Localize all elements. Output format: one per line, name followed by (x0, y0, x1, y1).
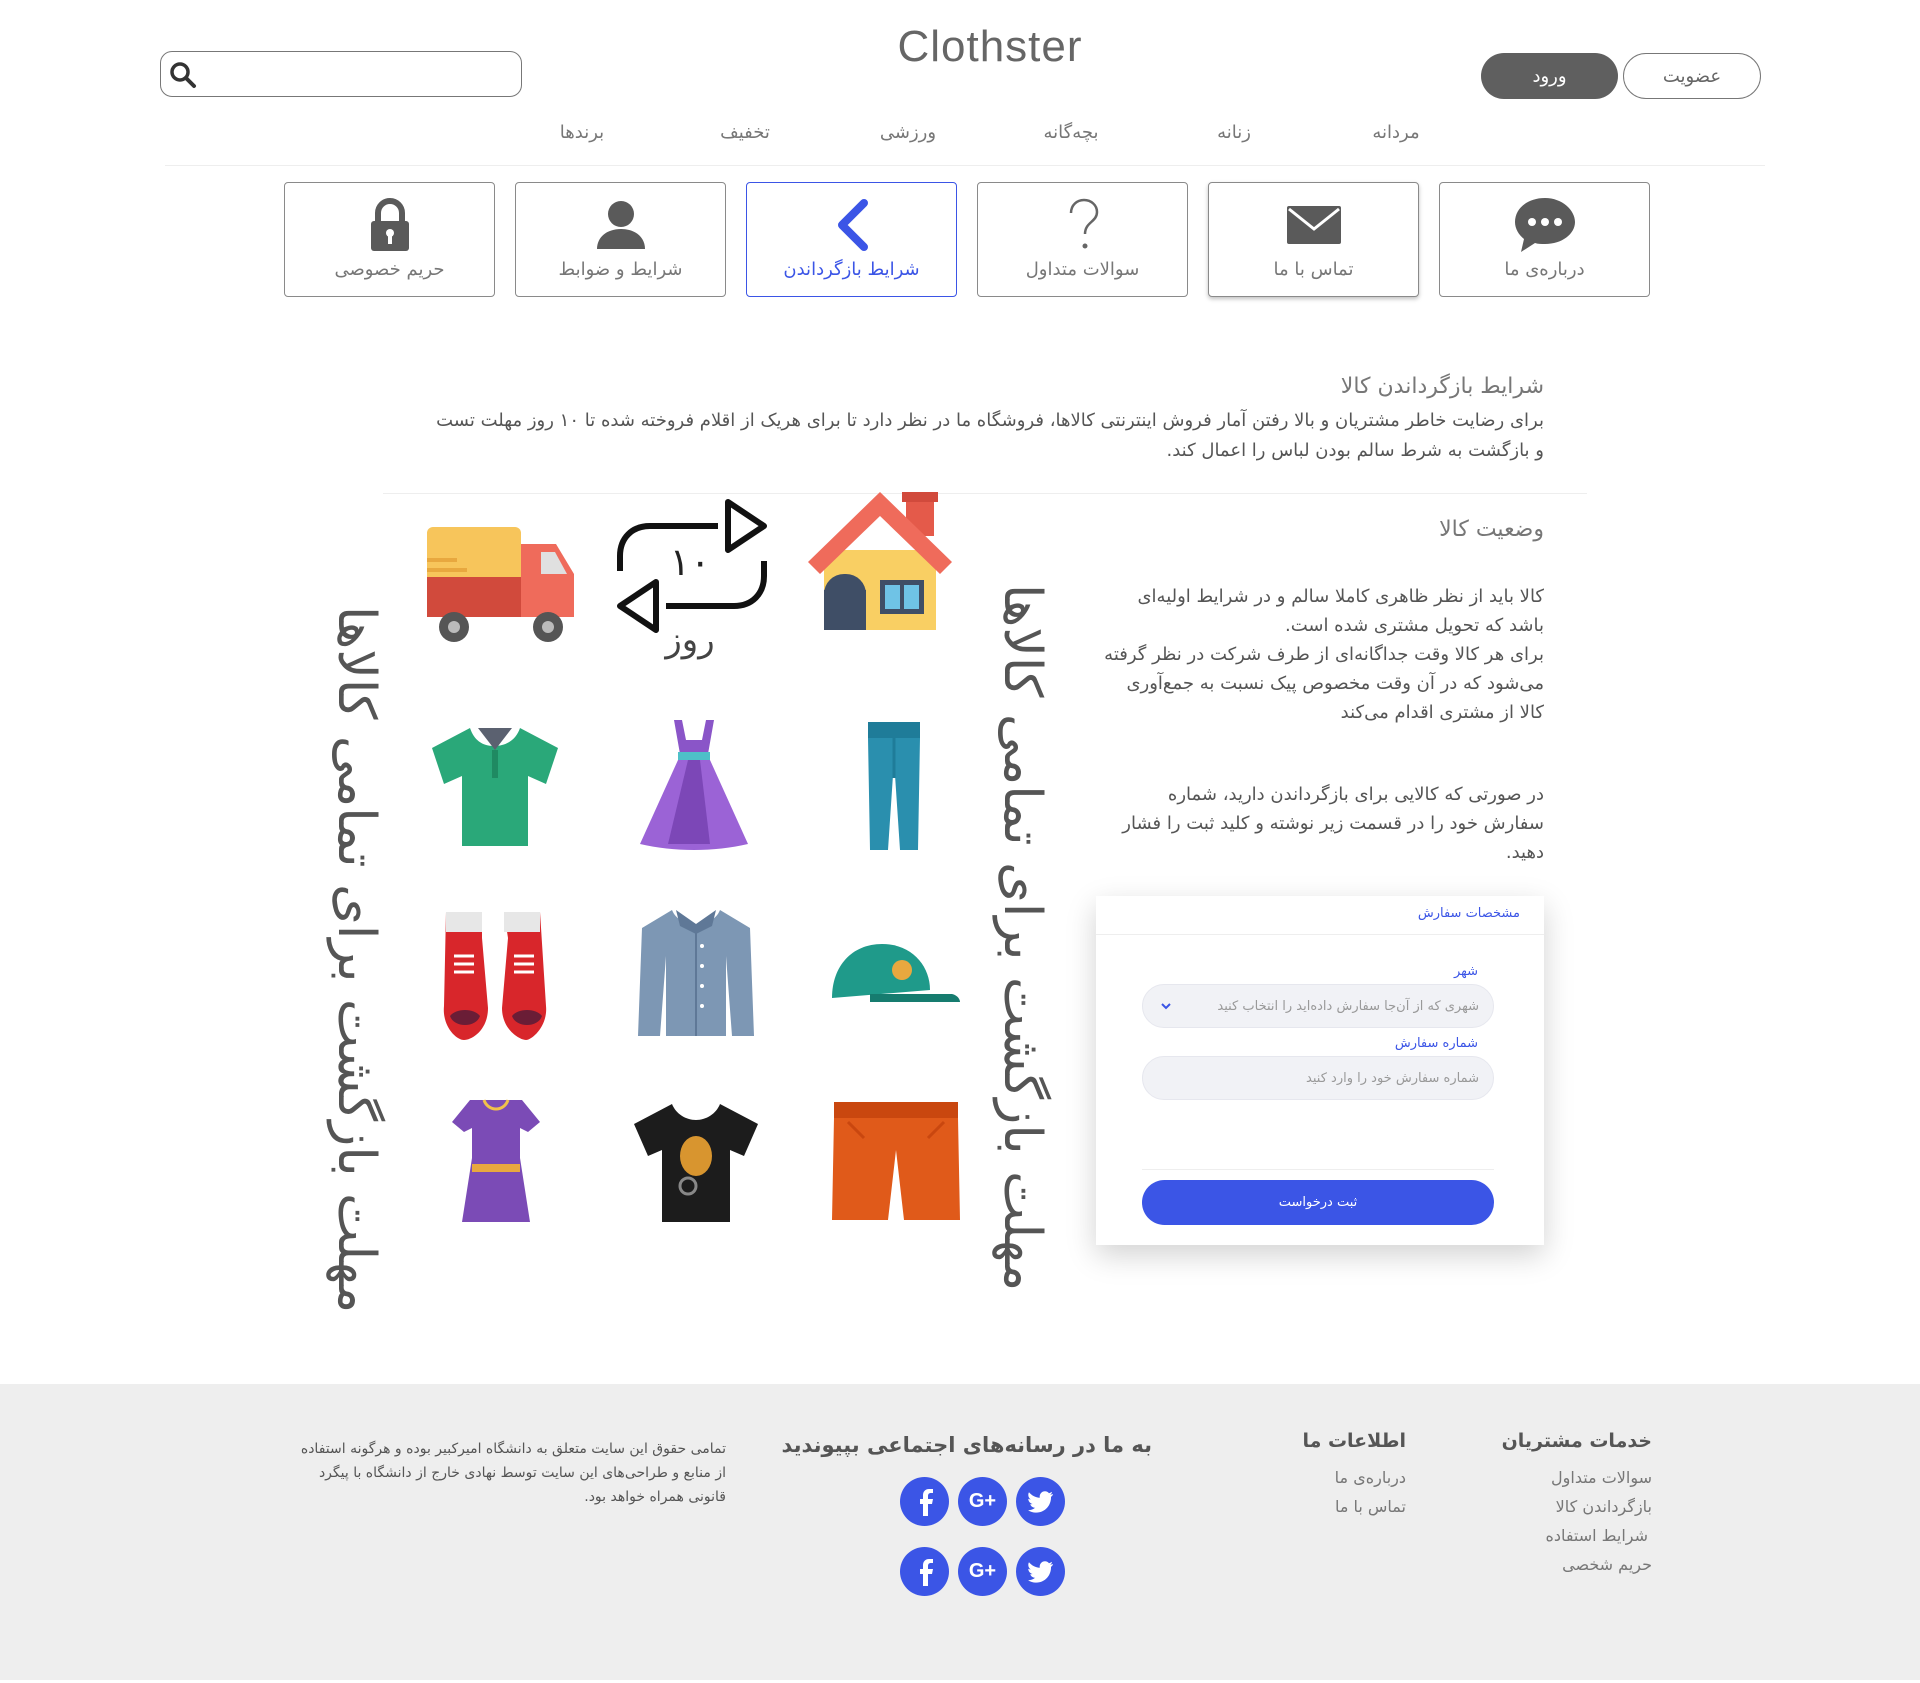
section-title: شرایط بازگرداندن کالا (1340, 374, 1544, 399)
shorts-icon (832, 1102, 960, 1220)
search-icon[interactable] (169, 61, 197, 89)
delivery-truck-icon (427, 527, 574, 642)
lock-icon (370, 198, 409, 251)
facebook-icon[interactable] (900, 1547, 949, 1596)
card-terms[interactable]: شرایط و ضوابط (515, 182, 726, 297)
twitter-icon[interactable] (1016, 1547, 1065, 1596)
submit-request-button[interactable]: ثبت درخواست (1142, 1180, 1494, 1225)
chevron-down-icon[interactable] (1159, 999, 1173, 1013)
sneakers-icon (443, 912, 547, 1040)
order-number-input[interactable]: شماره سفارش خود را وارد کنید (1142, 1056, 1494, 1100)
login-button[interactable]: ورود (1481, 53, 1618, 99)
footer-info-title: اطلاعات ما (1302, 1430, 1406, 1452)
nav-men[interactable]: مردانه (1336, 122, 1456, 143)
card-label: درباره‌ی ما (1504, 259, 1585, 280)
footer-link-terms[interactable]: شرایط استفاده (1545, 1526, 1648, 1545)
twitter-icon[interactable] (1016, 1477, 1065, 1526)
dress-icon (640, 720, 748, 850)
city-placeholder: شهری که از آن‌جا سفارش داده‌اید را انتخا… (1217, 998, 1479, 1014)
form-header-divider (1096, 934, 1544, 935)
banner-text-left: مهلت بازگشت برای تمامی کالاها (326, 606, 386, 1314)
cap-icon (832, 944, 960, 1002)
nav-women[interactable]: زنانه (1174, 122, 1294, 143)
card-privacy[interactable]: حریم خصوصی (284, 182, 495, 297)
footer-link-privacy[interactable]: حریم شخصی (1562, 1555, 1652, 1574)
return-days-unit: روز (665, 620, 715, 660)
status-title: وضعیت کالا (1439, 517, 1544, 542)
search-bar[interactable] (160, 51, 522, 97)
footer-copyright: تمامی حقوق این سایت متعلق به دانشگاه امی… (300, 1441, 726, 1505)
order-number-placeholder: شماره سفارش خود را وارد کنید (1306, 1070, 1479, 1086)
nav-brands[interactable]: برندها (522, 122, 642, 143)
return-request-form: مشخصات سفارش شهر شهری که از آن‌جا سفارش … (1096, 896, 1544, 1245)
graphic-tshirt-icon (634, 1104, 758, 1222)
card-faq[interactable]: سوالات متداول (977, 182, 1188, 297)
status-paragraph-3: در صورتی که کالایی برای بازگرداندن دارید… (1122, 784, 1544, 863)
nav-divider (165, 165, 1765, 166)
footer-services-title: خدمات مشتریان (1501, 1430, 1652, 1452)
city-label: شهر (1453, 964, 1478, 979)
footer-link-returns[interactable]: بازگرداندن کالا (1556, 1497, 1652, 1516)
form-title: مشخصات سفارش (1417, 906, 1520, 921)
city-select[interactable]: شهری که از آن‌جا سفارش داده‌اید را انتخا… (1142, 984, 1494, 1028)
card-return-policy[interactable]: شرایط بازگرداندن (746, 182, 957, 297)
card-label: شرایط و ضوابط (558, 259, 683, 280)
nav-sports[interactable]: ورزشی (848, 122, 968, 143)
chevron-left-icon (837, 199, 868, 251)
polo-shirt-icon (432, 728, 558, 846)
intro-line-1: برای رضایت خاطر مشتریان و بالا رفتن آمار… (436, 410, 1544, 431)
card-label: حریم خصوصی (334, 259, 445, 280)
site-logo[interactable]: Clothster (860, 22, 1120, 72)
signup-button[interactable]: عضویت (1623, 53, 1761, 99)
google-plus-icon[interactable]: G+ (958, 1477, 1007, 1526)
house-icon (808, 492, 952, 630)
footer-link-contact[interactable]: تماس با ما (1335, 1497, 1406, 1516)
footer-link-about[interactable]: درباره‌ی ما (1335, 1468, 1406, 1487)
chat-bubble-icon (1514, 198, 1575, 252)
intro-paragraph: برای رضایت خاطر مشتریان و بالا رفتن آمار… (344, 406, 1544, 466)
form-divider (1142, 1169, 1494, 1170)
question-icon (1069, 198, 1098, 249)
footer-link-faq[interactable]: سوالات متداول (1551, 1468, 1652, 1487)
content-divider (383, 493, 1587, 494)
banner-text-right: مهلت بازگشت برای تمامی کالاها (992, 584, 1052, 1292)
facebook-icon[interactable] (900, 1477, 949, 1526)
status-paragraph-2: برای هر کالا وقت جداگانه‌ای از طرف شرکت … (1104, 644, 1544, 723)
shirt-icon (638, 910, 754, 1036)
user-icon (596, 201, 645, 249)
card-contact-us[interactable]: تماس با ما (1208, 182, 1419, 297)
status-paragraph-1: کالا باید از نظر ظاهری کاملا سالم و در ش… (1137, 586, 1544, 636)
return-days-value: ۱۰ (669, 540, 711, 584)
card-label: شرایط بازگرداندن (783, 259, 920, 280)
footer-social-title: به ما در رسانه‌های اجتماعی بپیوندید (781, 1433, 1152, 1457)
intro-line-2: و بازگشت به شرط سالم بودن لباس را اعمال … (1166, 440, 1544, 461)
card-label: سوالات متداول (1025, 259, 1140, 280)
card-about-us[interactable]: درباره‌ی ما (1439, 182, 1650, 297)
google-plus-icon[interactable]: G+ (958, 1547, 1007, 1596)
envelope-icon (1286, 206, 1341, 244)
nav-discount[interactable]: تخفیف (685, 122, 805, 143)
nav-kids[interactable]: بچه‌گانه (1011, 122, 1131, 143)
jeans-icon (868, 722, 920, 850)
womens-dress-icon (452, 1099, 540, 1222)
order-number-label: شماره سفارش (1394, 1036, 1478, 1051)
card-label: تماس با ما (1273, 259, 1354, 280)
